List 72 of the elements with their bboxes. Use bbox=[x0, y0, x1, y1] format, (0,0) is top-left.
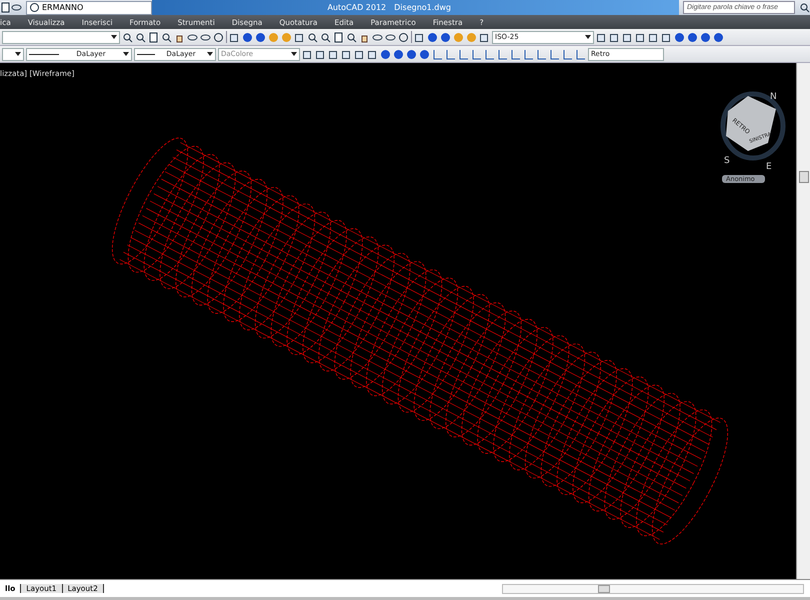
box-icon[interactable] bbox=[341, 48, 352, 60]
page-icon[interactable] bbox=[0, 2, 11, 13]
axis-icon[interactable] bbox=[575, 48, 586, 60]
vertical-scrollbar[interactable] bbox=[796, 63, 810, 579]
orbit-icon[interactable] bbox=[385, 32, 396, 42]
zoom-icon[interactable] bbox=[799, 2, 810, 13]
orbit-icon[interactable] bbox=[372, 32, 383, 42]
box-icon[interactable] bbox=[328, 48, 339, 60]
line-sample-icon bbox=[29, 52, 59, 56]
sphere-icon[interactable] bbox=[674, 32, 685, 42]
circle-icon[interactable] bbox=[213, 32, 224, 42]
zoom-icon[interactable] bbox=[320, 32, 331, 42]
axis-icon[interactable] bbox=[536, 48, 547, 60]
orbit-icon[interactable] bbox=[200, 32, 211, 42]
box-icon[interactable] bbox=[635, 32, 646, 42]
axis-icon[interactable] bbox=[562, 48, 573, 60]
box-icon[interactable] bbox=[294, 32, 305, 42]
zoom-icon[interactable] bbox=[307, 32, 318, 42]
sphere-icon[interactable] bbox=[393, 48, 404, 60]
box-icon[interactable] bbox=[648, 32, 659, 42]
page-icon[interactable] bbox=[148, 32, 159, 42]
axis-icon[interactable] bbox=[445, 48, 456, 60]
horizontal-scrollbar[interactable] bbox=[502, 584, 804, 594]
zoom-icon[interactable] bbox=[161, 32, 172, 42]
caret-icon bbox=[585, 34, 591, 40]
orbit-icon[interactable] bbox=[11, 2, 22, 13]
sphere-icon[interactable] bbox=[255, 32, 266, 42]
box-icon[interactable] bbox=[367, 48, 378, 60]
orbit-icon[interactable] bbox=[187, 32, 198, 42]
axis-icon[interactable] bbox=[432, 48, 443, 60]
axis-icon[interactable] bbox=[549, 48, 560, 60]
box-icon[interactable] bbox=[609, 32, 620, 42]
box-icon[interactable] bbox=[414, 32, 425, 42]
zoom-icon[interactable] bbox=[135, 32, 146, 42]
workspace-dropdown[interactable]: ERMANNO bbox=[26, 0, 152, 14]
box-icon[interactable] bbox=[596, 32, 607, 42]
caret-icon bbox=[206, 52, 213, 56]
box-icon[interactable] bbox=[661, 32, 672, 42]
document-title: Disegno1.dwg bbox=[394, 3, 451, 12]
axis-icon[interactable] bbox=[510, 48, 521, 60]
window-title: AutoCAD 2012 bbox=[327, 3, 386, 12]
sphere-icon[interactable] bbox=[687, 32, 698, 42]
box-icon[interactable] bbox=[479, 32, 490, 42]
line-sample-icon bbox=[137, 52, 155, 56]
box-icon[interactable] bbox=[315, 48, 326, 60]
sphere-icon[interactable] bbox=[242, 32, 253, 42]
page-icon[interactable] bbox=[333, 32, 344, 42]
box-icon[interactable] bbox=[622, 32, 633, 42]
caret-icon bbox=[122, 52, 129, 56]
axis-icon[interactable] bbox=[523, 48, 534, 60]
box-icon[interactable] bbox=[354, 48, 365, 60]
axis-icon[interactable] bbox=[497, 48, 508, 60]
caret-icon bbox=[291, 52, 297, 56]
zoom-icon[interactable] bbox=[122, 32, 133, 42]
sphere-icon[interactable] bbox=[713, 32, 724, 42]
circle-icon[interactable] bbox=[398, 32, 409, 42]
axis-icon[interactable] bbox=[484, 48, 495, 60]
axis-icon[interactable] bbox=[471, 48, 482, 60]
sphere-icon[interactable] bbox=[380, 48, 391, 60]
sphere-icon[interactable] bbox=[700, 32, 711, 42]
zoom-icon[interactable] bbox=[346, 32, 357, 42]
box-icon[interactable] bbox=[302, 48, 313, 60]
axis-icon[interactable] bbox=[458, 48, 469, 60]
caret-icon bbox=[15, 52, 21, 56]
sphere-icon[interactable] bbox=[440, 32, 451, 42]
circle-icon[interactable] bbox=[29, 2, 40, 13]
sphere-icon[interactable] bbox=[419, 48, 430, 60]
sphere-icon[interactable] bbox=[406, 48, 417, 60]
box-icon[interactable] bbox=[229, 32, 240, 42]
dropdown[interactable] bbox=[2, 48, 24, 60]
sphere-icon[interactable] bbox=[427, 32, 438, 42]
caret-icon bbox=[111, 34, 117, 40]
